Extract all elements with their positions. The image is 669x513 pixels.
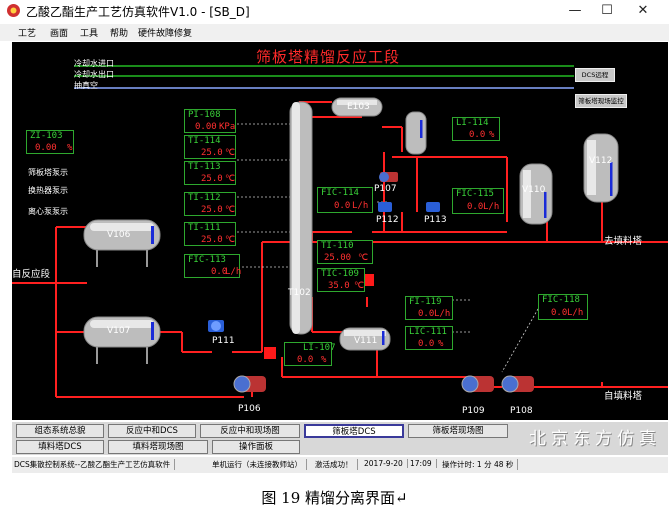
pump-list-item: 离心泵泵示 [28, 207, 68, 216]
fic113-box[interactable]: FIC-113 0.0 L/h [184, 254, 241, 278]
fic114-box[interactable]: FIC-114 0.0 L/h [317, 187, 373, 213]
pump-list-item: 筛板塔泵示 [28, 168, 68, 177]
status-date: 2017-9-20 [364, 459, 408, 468]
dcs-remote-button[interactable]: DCS远程 [575, 68, 615, 82]
pump-p112 [378, 202, 392, 212]
status-bar: DCS集散控制系统--乙酸乙酯生产工艺仿真软件 单机运行（未连接教师站） 激活成… [12, 457, 668, 473]
label-cooling-in: 冷却水进口 [74, 59, 114, 68]
label-cooling-out: 冷却水出口 [74, 70, 114, 79]
pi108-box[interactable]: PI-108 0.00 KPa [184, 109, 236, 133]
vessel-v106 [83, 219, 161, 267]
tab-packed-field[interactable]: 填料塔现场图 [108, 440, 208, 454]
label-v112: V112 [589, 156, 613, 166]
label-p109: P109 [462, 406, 485, 416]
label-p106: P106 [238, 404, 261, 414]
label-from-packed: 自填料塔 [604, 391, 643, 402]
status-app: DCS集散控制系统--乙酸乙酯生产工艺仿真软件 [14, 459, 176, 470]
label-v111: V111 [354, 336, 378, 346]
tab-sieve-field[interactable]: 筛板塔现场图 [408, 424, 508, 438]
ti112-box[interactable]: TI-112 25.0 ℃ [184, 192, 236, 216]
label-p112: P112 [376, 215, 399, 225]
label-v106: V106 [107, 230, 131, 240]
fic118-box[interactable]: FIC-118 0.0 L/h [538, 294, 588, 320]
tab-reaction-field[interactable]: 反应中和现场图 [200, 424, 300, 438]
pump-p111 [208, 320, 224, 332]
pump-list-item: 换热器泵示 [28, 186, 68, 195]
minimize-button[interactable]: — [560, 0, 590, 22]
tic109-box[interactable]: TIC-109 35.0 ℃ [317, 268, 365, 292]
screen-title: 筛板塔精馏反应工段 [256, 48, 401, 66]
pump-p109 [461, 375, 494, 393]
app-logo-icon [7, 4, 20, 17]
ti114-box[interactable]: TI-114 25.0 ℃ [184, 135, 236, 159]
ti113-box[interactable]: TI-113 25.0 ℃ [184, 161, 236, 185]
label-p108: P108 [510, 406, 533, 416]
pump-p113 [426, 202, 440, 212]
app-window: 乙酸乙酯生产工艺仿真软件V1.0 - [SB_D] — ☐ ✕ 工艺 画面 工具… [0, 0, 669, 482]
close-button[interactable]: ✕ [628, 0, 658, 22]
tab-sieve-dcs[interactable]: 筛板塔DCS [304, 424, 404, 438]
menu-bar: 工艺 画面 工具 帮助 硬件故障修复 [0, 24, 669, 41]
fic115-box[interactable]: FIC-115 0.0 L/h [452, 188, 504, 214]
zi103-box[interactable]: ZI-103 0.00 % [26, 130, 74, 154]
tab-reaction-dcs[interactable]: 反应中和DCS [108, 424, 196, 438]
brand-logo-text: 北京东方仿真 [529, 429, 661, 449]
vessel-v107 [83, 316, 161, 364]
label-p107: P107 [374, 184, 397, 194]
column-t102 [289, 101, 313, 335]
ti110-box[interactable]: TI-110 25.00 ℃ [317, 240, 373, 264]
tab-packed-dcs[interactable]: 填料塔DCS [16, 440, 104, 454]
label-e103: E103 [347, 102, 370, 112]
label-t102: T102 [288, 288, 311, 298]
status-mode: 单机运行（未连接教师站） [212, 459, 307, 470]
reflux-drum [405, 111, 427, 155]
pump-p107 [379, 172, 398, 182]
tab-system-overview[interactable]: 组态系统总貌 [16, 424, 104, 438]
li114-box[interactable]: LI-114 0.0 % [452, 117, 500, 141]
alarm-indicator [264, 347, 276, 359]
status-time: 17:09 [410, 459, 437, 468]
figure-caption: 图 19 精馏分离界面↵ [261, 489, 408, 507]
menu-item-screen[interactable]: 画面 [50, 26, 68, 39]
window-title: 乙酸乙酯生产工艺仿真软件V1.0 - [SB_D] [26, 5, 250, 19]
pump-p106 [233, 375, 266, 393]
label-from-reaction: 自反应段 [12, 269, 51, 280]
menu-item-tools[interactable]: 工具 [80, 26, 98, 39]
vessel-v112 [583, 133, 619, 203]
field-view-button[interactable]: 筛板塔现场监控 [575, 94, 627, 108]
heater-indicator [364, 274, 374, 286]
pump-p108 [501, 375, 534, 393]
maximize-button[interactable]: ☐ [592, 0, 622, 22]
menu-item-hw-repair[interactable]: 硬件故障修复 [138, 26, 192, 39]
tab-operation-panel[interactable]: 操作面板 [212, 440, 300, 454]
process-canvas: 筛板塔精馏反应工段 冷却水进口 冷却水出口 抽真空 去填料塔 自反应段 自填料塔… [12, 42, 668, 420]
status-result: 激活成功！ [315, 459, 358, 470]
label-p111: P111 [212, 336, 235, 346]
li107-box[interactable]: LI-107 0.0 % [284, 342, 336, 366]
title-bar: 乙酸乙酯生产工艺仿真软件V1.0 - [SB_D] — ☐ ✕ [0, 0, 669, 22]
label-v110: V110 [522, 185, 546, 195]
label-v107: V107 [107, 326, 131, 336]
label-vacuum: 抽真空 [74, 81, 98, 90]
label-to-packed: 去填料塔 [604, 236, 643, 247]
menu-item-process[interactable]: 工艺 [18, 26, 36, 39]
fi119-box[interactable]: FI-119 0.0 L/h [405, 296, 453, 320]
menu-item-help[interactable]: 帮助 [110, 26, 128, 39]
status-timer: 操作计时: 1 分 48 秒 [442, 459, 519, 470]
ti111-box[interactable]: TI-111 25.0 ℃ [184, 222, 236, 246]
label-p113: P113 [424, 215, 447, 225]
lic111-box[interactable]: LIC-111 0.0 % [405, 326, 453, 350]
